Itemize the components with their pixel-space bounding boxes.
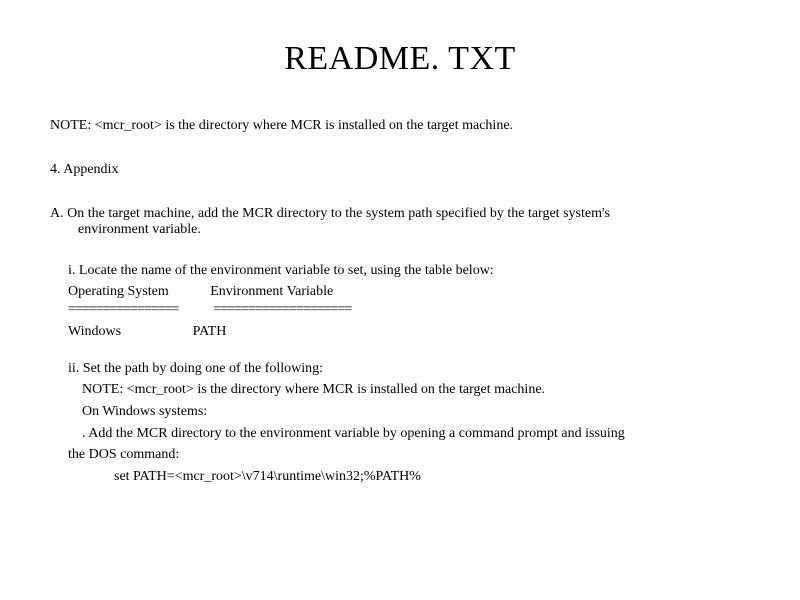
divider-1: ================ [68,302,178,318]
sub-i: i. Locate the name of the environment va… [50,260,750,282]
sub-ii-onwin: On Windows systems: [68,401,750,423]
item-a-line2: environment variable. [50,222,750,238]
divider-2: ==================== [213,302,351,318]
appendix-heading: 4. Appendix [50,162,750,178]
table-header: Operating System Environment Variable [50,284,750,300]
table-row-env: PATH [193,324,227,339]
sub-ii-add: . Add the MCR directory to the environme… [68,423,750,445]
item-a: A. On the target machine, add the MCR di… [50,206,750,238]
sub-ii-add2: the DOS command: [68,447,179,462]
sub-ii-cmd: set PATH=<mcr_root>\v714\runtime\win32;%… [68,466,750,488]
table-row: Windows PATH [50,324,750,340]
note-line: NOTE: <mcr_root> is the directory where … [50,118,750,134]
item-a-line1: A. On the target machine, add the MCR di… [50,206,610,221]
sub-ii: ii. Set the path by doing one of the fol… [50,358,750,488]
table-header-env: Environment Variable [210,284,333,299]
table-header-os: Operating System [68,284,169,299]
sub-ii-line1: ii. Set the path by doing one of the fol… [68,361,323,376]
sub-i-text: i. Locate the name of the environment va… [68,260,750,282]
table-row-os: Windows [68,324,121,339]
page-title: README. TXT [50,40,750,78]
sub-ii-note: NOTE: <mcr_root> is the directory where … [68,379,750,401]
divider-row: ================ ==================== [50,302,750,318]
